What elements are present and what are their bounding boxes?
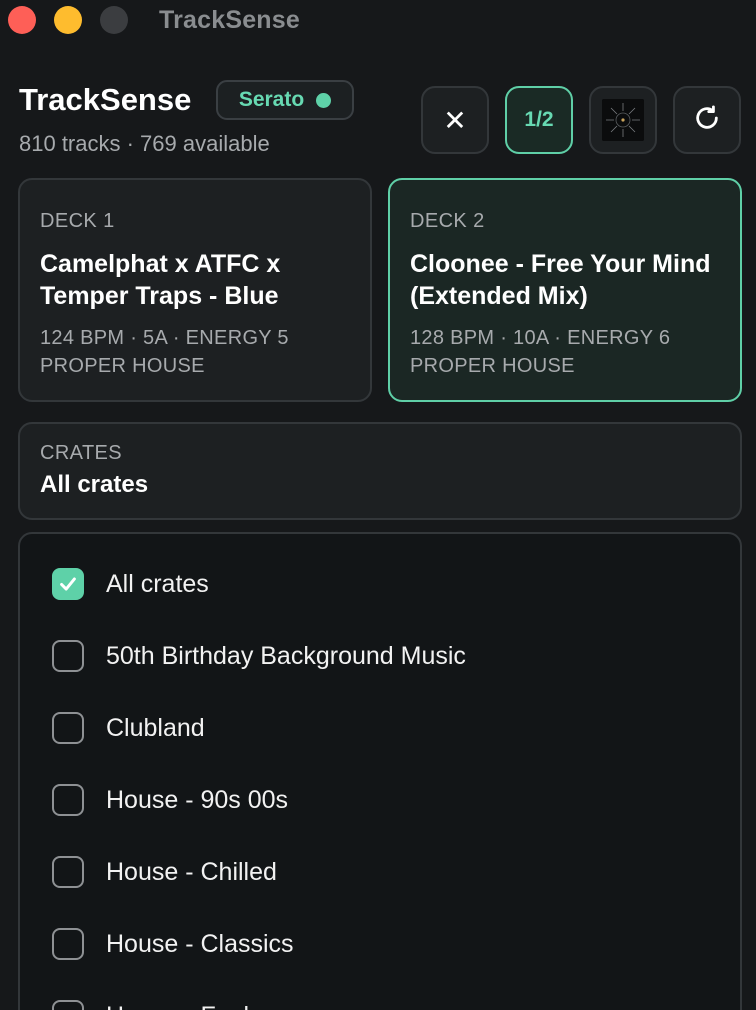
deck-track-meta: 128 BPM · 10A · ENERGY 6 PROPER HOUSE bbox=[410, 324, 720, 380]
crates-selector[interactable]: CRATES All crates bbox=[18, 422, 742, 520]
app-title: TrackSense bbox=[19, 82, 192, 117]
deck-track-title: Cloonee - Free Your Mind (Extended Mix) bbox=[410, 250, 711, 310]
connection-status-dot bbox=[316, 92, 332, 108]
crate-checkbox[interactable] bbox=[52, 856, 84, 888]
deck-toggle-button[interactable]: 1/2 bbox=[505, 86, 573, 154]
crates-label: CRATES bbox=[40, 442, 123, 464]
crate-name: House - Chilled bbox=[106, 857, 277, 886]
crate-item-house-90s-00s[interactable]: House - 90s 00s bbox=[20, 770, 740, 830]
deck-toggle-label: 1/2 bbox=[524, 108, 554, 131]
deck-label: DECK 1 bbox=[40, 210, 115, 232]
crate-name: House - Funky bbox=[106, 1002, 269, 1010]
crate-item-house-chilled[interactable]: House - Chilled bbox=[20, 842, 740, 902]
track-count: 810 tracks · 769 available bbox=[19, 131, 270, 156]
minimize-window-button[interactable] bbox=[54, 6, 82, 34]
close-window-button[interactable] bbox=[8, 6, 36, 34]
source-badge-label: Serato bbox=[238, 88, 305, 111]
deck-crate: PROPER HOUSE bbox=[410, 355, 575, 377]
close-icon: ✕ bbox=[443, 104, 467, 136]
deck-crate: PROPER HOUSE bbox=[40, 355, 205, 377]
source-badge: Serato bbox=[216, 80, 354, 120]
title-bar: TrackSense bbox=[0, 0, 756, 44]
crate-name: 50th Birthday Background Music bbox=[106, 641, 466, 670]
album-artwork-thumbnail bbox=[602, 99, 644, 141]
crate-checkbox[interactable] bbox=[52, 928, 84, 960]
crate-name: All crates bbox=[106, 569, 209, 598]
refresh-button[interactable] bbox=[673, 86, 741, 154]
deck-2-card[interactable]: DECK 2 Cloonee - Free Your Mind (Extende… bbox=[388, 178, 742, 402]
deck-1-card[interactable]: DECK 1 Camelphat x ATFC x Temper Traps -… bbox=[18, 178, 372, 402]
deck-bpm-key-energy: 124 BPM · 5A · ENERGY 5 bbox=[40, 327, 289, 349]
crate-item-house-classics[interactable]: House - Classics bbox=[20, 914, 740, 974]
deck-bpm-key-energy: 128 BPM · 10A · ENERGY 6 bbox=[410, 327, 671, 349]
crates-selected-value: All crates bbox=[40, 471, 149, 498]
crate-checkbox[interactable] bbox=[52, 712, 84, 744]
crate-item-clubland[interactable]: Clubland bbox=[20, 698, 740, 758]
checkmark-icon bbox=[60, 577, 76, 591]
crate-checkbox[interactable] bbox=[52, 784, 84, 816]
crate-item-house-funky[interactable]: House - Funky bbox=[20, 986, 740, 1010]
crate-name: House - 90s 00s bbox=[106, 785, 289, 814]
crate-checkbox[interactable] bbox=[52, 640, 84, 672]
artwork-button[interactable] bbox=[589, 86, 657, 154]
deck-track-meta: 124 BPM · 5A · ENERGY 5 PROPER HOUSE bbox=[40, 324, 350, 380]
refresh-icon bbox=[693, 104, 721, 137]
deck-label: DECK 2 bbox=[410, 210, 485, 232]
zoom-window-button[interactable] bbox=[100, 6, 128, 34]
deck-track-title: Camelphat x ATFC x Temper Traps - Blue bbox=[40, 250, 281, 310]
crate-item-all-crates[interactable]: All crates bbox=[20, 554, 740, 614]
close-button[interactable]: ✕ bbox=[421, 86, 489, 154]
crate-list[interactable]: All crates 50th Birthday Background Musi… bbox=[18, 532, 742, 1010]
crate-checkbox[interactable] bbox=[52, 568, 84, 600]
app-window: TrackSense TrackSense Serato 810 tracks … bbox=[0, 0, 756, 1010]
crate-item-50th-birthday[interactable]: 50th Birthday Background Music bbox=[20, 626, 740, 686]
crate-name: Clubland bbox=[106, 713, 205, 742]
crate-name: House - Classics bbox=[106, 929, 294, 958]
crate-checkbox[interactable] bbox=[52, 1000, 84, 1010]
window-title: TrackSense bbox=[159, 6, 300, 34]
